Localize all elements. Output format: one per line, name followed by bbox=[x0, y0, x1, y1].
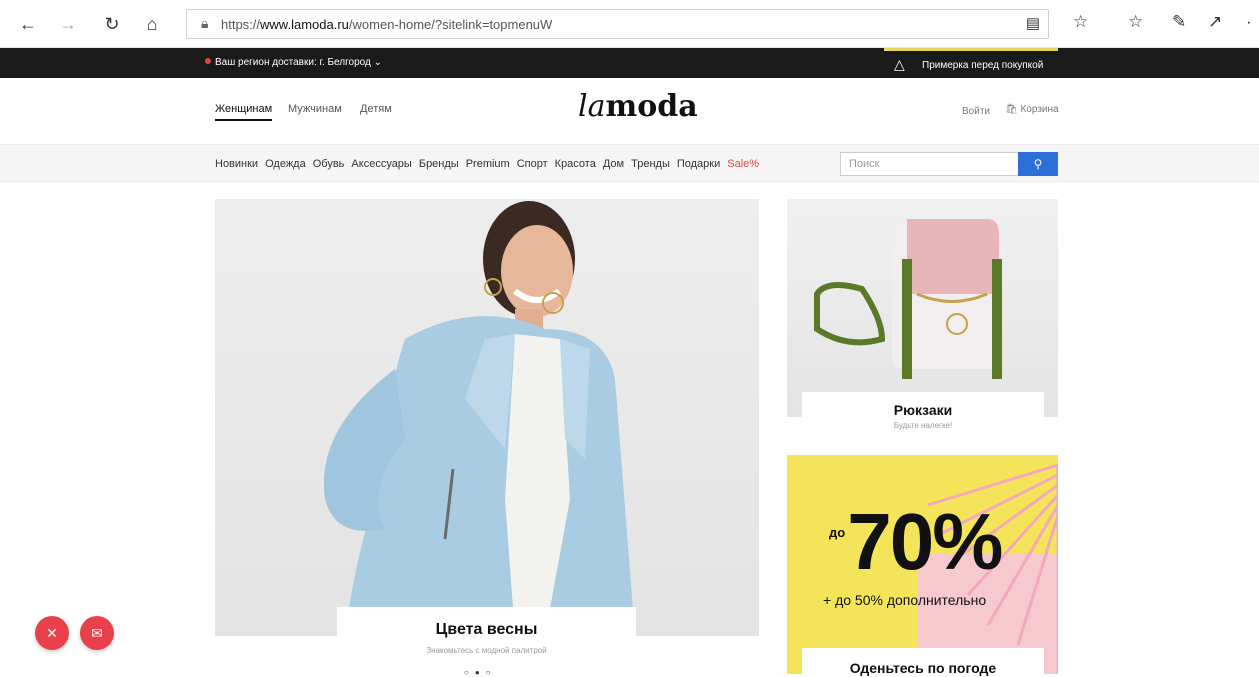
category-item-sale[interactable]: Sale% bbox=[727, 158, 759, 170]
fitting-before-purchase[interactable]: △ Примерка перед покупкой bbox=[884, 48, 1058, 78]
browser-toolbar: ← → ↻ ⌂ 🔒︎ https://www.lamoda.ru/women-h… bbox=[0, 0, 1259, 48]
hero-caption[interactable]: Цвета весны Знакомьтесь с модной палитро… bbox=[337, 607, 636, 674]
back-icon[interactable]: ← bbox=[16, 12, 40, 36]
lock-icon: 🔒︎ bbox=[201, 15, 209, 31]
reading-view-icon[interactable]: ▤ bbox=[1026, 14, 1040, 32]
lamoda-logo[interactable]: lamoda bbox=[578, 89, 698, 124]
category-item[interactable]: Подарки bbox=[677, 158, 720, 170]
more-icon[interactable]: · bbox=[1246, 12, 1252, 32]
category-item[interactable]: Бренды bbox=[419, 158, 459, 170]
location-dot-icon bbox=[205, 58, 211, 64]
chat-button[interactable]: ✉ bbox=[80, 616, 114, 650]
search-input[interactable]: Поиск bbox=[849, 158, 879, 170]
category-item[interactable]: Premium bbox=[466, 158, 510, 170]
hanger-icon: △ bbox=[894, 56, 905, 72]
cart-link[interactable]: 🛍︎ Корзина bbox=[1005, 104, 1059, 115]
category-item[interactable]: Одежда bbox=[265, 158, 306, 170]
bag-icon: 🛍︎ bbox=[1005, 104, 1018, 115]
favorite-star-icon[interactable]: ☆ bbox=[1073, 12, 1088, 32]
refresh-icon[interactable]: ↻ bbox=[100, 12, 124, 36]
category-list: Новинки Одежда Обувь Аксессуары Бренды Premiu… bbox=[215, 158, 766, 170]
backpack-illustration bbox=[814, 219, 1002, 379]
promo-sale-banner[interactable]: до70% + до 50% дополнительно bbox=[787, 455, 1058, 674]
category-nav: Новинки Одежда Обувь Аксессуары Бренды Premiu… bbox=[0, 144, 1259, 182]
top-info-bar: Ваш регион доставки: г. Белгород ⌄ △ При… bbox=[0, 48, 1259, 78]
promo-backpacks-caption[interactable]: Рюкзаки Будьте налегке! bbox=[802, 392, 1044, 437]
promo-backpacks-image[interactable] bbox=[787, 199, 1058, 417]
login-link[interactable]: Войти bbox=[962, 106, 990, 117]
promo-backpacks-subtitle: Будьте налегке! bbox=[893, 421, 953, 430]
category-item[interactable]: Новинки bbox=[215, 158, 258, 170]
sale-value: до70% bbox=[829, 497, 1003, 586]
model-illustration bbox=[323, 201, 635, 636]
category-item[interactable]: Красота bbox=[555, 158, 596, 170]
category-item[interactable]: Обувь bbox=[313, 158, 345, 170]
chevron-down-icon: ⌄ bbox=[373, 57, 383, 68]
delivery-region[interactable]: Ваш регион доставки: г. Белгород ⌄ bbox=[205, 57, 382, 68]
promo-weather-caption[interactable]: Оденьтесь по погоде bbox=[802, 648, 1044, 676]
favorites-list-icon[interactable]: ☆ bbox=[1128, 12, 1143, 32]
hero-banner-image[interactable] bbox=[215, 199, 759, 636]
sale-extra: + до 50% дополнительно bbox=[823, 592, 987, 608]
category-item[interactable]: Аксессуары bbox=[351, 158, 411, 170]
pen-icon[interactable]: ✎ bbox=[1172, 12, 1186, 32]
home-icon[interactable]: ⌂ bbox=[140, 12, 164, 36]
forward-icon[interactable]: → bbox=[56, 12, 80, 36]
chat-icon: ✉ bbox=[91, 625, 103, 641]
close-widget-button[interactable]: ✕ bbox=[35, 616, 69, 650]
search-button[interactable]: ⚲ bbox=[1018, 152, 1058, 176]
promo-backpacks-title: Рюкзаки bbox=[893, 402, 953, 418]
share-icon[interactable]: ↗ bbox=[1208, 12, 1222, 32]
category-item[interactable]: Дом bbox=[603, 158, 624, 170]
category-item[interactable]: Тренды bbox=[631, 158, 670, 170]
url-text: https://www.lamoda.ru/women-home/?siteli… bbox=[221, 17, 553, 32]
category-item[interactable]: Спорт bbox=[517, 158, 548, 170]
tab-men[interactable]: Мужчинам bbox=[288, 103, 342, 115]
hero-subtitle: Знакомьтесь с модной палитрой bbox=[426, 646, 547, 655]
tab-kids[interactable]: Детям bbox=[360, 103, 392, 115]
carousel-dots[interactable]: ○●○ bbox=[464, 668, 497, 677]
hero-title: Цвета весны bbox=[435, 621, 538, 638]
search-icon: ⚲ bbox=[1033, 157, 1043, 171]
search-box[interactable]: Поиск ⚲ bbox=[840, 152, 1058, 176]
address-bar[interactable]: 🔒︎ https://www.lamoda.ru/women-home/?sit… bbox=[186, 9, 1049, 39]
close-icon: ✕ bbox=[46, 625, 58, 641]
tab-women[interactable]: Женщинам bbox=[215, 103, 273, 121]
